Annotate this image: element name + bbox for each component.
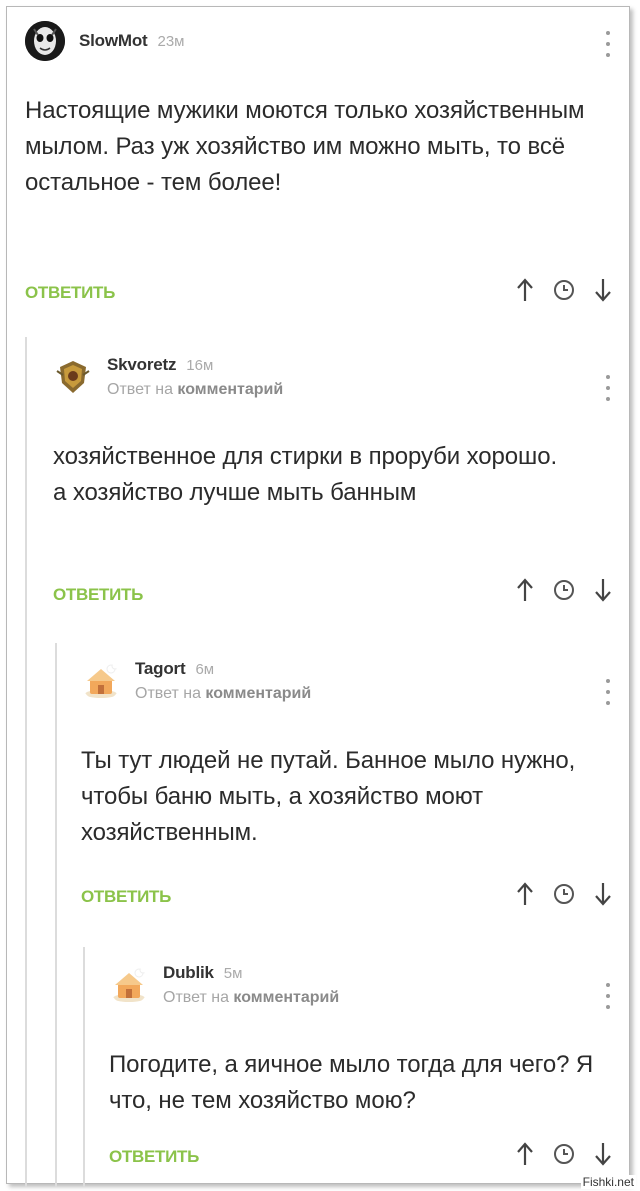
clock-icon[interactable]: [553, 883, 575, 905]
comment-text: Настоящие мужики моются только хозяйстве…: [25, 97, 585, 196]
more-vertical-icon[interactable]: [605, 679, 611, 705]
crest-avatar-icon: [56, 361, 90, 393]
arrow-down-icon[interactable]: [593, 1141, 613, 1167]
reply-to-prefix: Ответ на: [163, 989, 229, 1006]
reply-button[interactable]: ОТВЕТИТЬ: [81, 887, 171, 907]
comment-text: Ты тут людей не путай. Банное мыло нужно…: [81, 747, 576, 846]
comment-meta: Dublik 5м Ответ на комментарий: [163, 963, 339, 1007]
comment-text: Погодите, а яичное мыло тогда для чего? …: [109, 1051, 594, 1114]
watermark: Fishki.net: [580, 1175, 636, 1189]
comment-time: 5м: [223, 965, 243, 982]
avatar[interactable]: [109, 965, 149, 1005]
reply-to-line: Ответ на комментарий: [135, 685, 311, 703]
avatar[interactable]: [25, 21, 65, 61]
comment-meta: Tagort 6м Ответ на комментарий: [135, 659, 311, 703]
comment: Skvoretz 16м Ответ на комментарий хозяйс…: [53, 355, 629, 615]
comment-actions: [515, 277, 613, 303]
arrow-up-icon[interactable]: [515, 1141, 535, 1167]
comment-text: хозяйственное для стирки в проруби хорош…: [53, 443, 558, 506]
comment: Dublik 5м Ответ на комментарий Погодите,…: [109, 963, 629, 1185]
comments-screenshot-frame: SlowMot 23м Настоящие мужики моются толь…: [6, 6, 630, 1187]
avatar[interactable]: [53, 357, 93, 397]
comment-time: 16м: [186, 357, 214, 374]
comment-actions: [515, 881, 613, 907]
reply-button[interactable]: ОТВЕТИТЬ: [53, 585, 143, 605]
arrow-down-icon[interactable]: [593, 277, 613, 303]
comment-header: Tagort 6м Ответ на комментарий: [81, 659, 311, 703]
reply-to-link[interactable]: комментарий: [205, 685, 311, 702]
arrow-up-icon[interactable]: [515, 277, 535, 303]
clock-icon[interactable]: [553, 279, 575, 301]
default-house-avatar-icon: [85, 662, 119, 698]
thread-line: [83, 947, 85, 1187]
reply-to-line: Ответ на комментарий: [163, 989, 339, 1007]
comment-time: 6м: [195, 661, 215, 678]
reply-to-link[interactable]: комментарий: [233, 989, 339, 1006]
comment-meta: Skvoretz 16м Ответ на комментарий: [107, 355, 283, 399]
default-house-avatar-icon: [113, 966, 147, 1002]
comment: SlowMot 23м Настоящие мужики моются толь…: [25, 19, 629, 309]
thread-line: [25, 337, 27, 1187]
comment-meta: SlowMot 23м: [79, 31, 184, 51]
more-vertical-icon[interactable]: [605, 31, 611, 57]
reply-to-prefix: Ответ на: [107, 381, 173, 398]
comment-actions: [515, 1141, 613, 1167]
more-vertical-icon[interactable]: [605, 983, 611, 1009]
comment-header: Skvoretz 16м Ответ на комментарий: [53, 355, 283, 399]
comment-time: 23м: [157, 33, 185, 50]
author-name[interactable]: Tagort: [135, 659, 186, 679]
arrow-down-icon[interactable]: [593, 881, 613, 907]
reply-to-link[interactable]: комментарий: [177, 381, 283, 398]
clock-icon[interactable]: [553, 579, 575, 601]
reply-to-line: Ответ на комментарий: [107, 381, 283, 399]
avatar[interactable]: [81, 661, 121, 701]
author-name[interactable]: Dublik: [163, 963, 214, 983]
reply-to-prefix: Ответ на: [135, 685, 201, 702]
comment-actions: [515, 577, 613, 603]
comment: Tagort 6м Ответ на комментарий Ты тут лю…: [81, 659, 629, 919]
more-vertical-icon[interactable]: [605, 375, 611, 401]
arrow-up-icon[interactable]: [515, 881, 535, 907]
skull-face-avatar-icon: [25, 21, 65, 61]
comment-header: SlowMot 23м: [25, 19, 184, 63]
author-name[interactable]: SlowMot: [79, 31, 148, 51]
reply-button[interactable]: ОТВЕТИТЬ: [25, 283, 115, 303]
reply-button[interactable]: ОТВЕТИТЬ: [109, 1147, 199, 1167]
arrow-up-icon[interactable]: [515, 577, 535, 603]
arrow-down-icon[interactable]: [593, 577, 613, 603]
author-name[interactable]: Skvoretz: [107, 355, 176, 375]
comment-header: Dublik 5м Ответ на комментарий: [109, 963, 339, 1007]
thread-line: [55, 643, 57, 1187]
clock-icon[interactable]: [553, 1143, 575, 1165]
